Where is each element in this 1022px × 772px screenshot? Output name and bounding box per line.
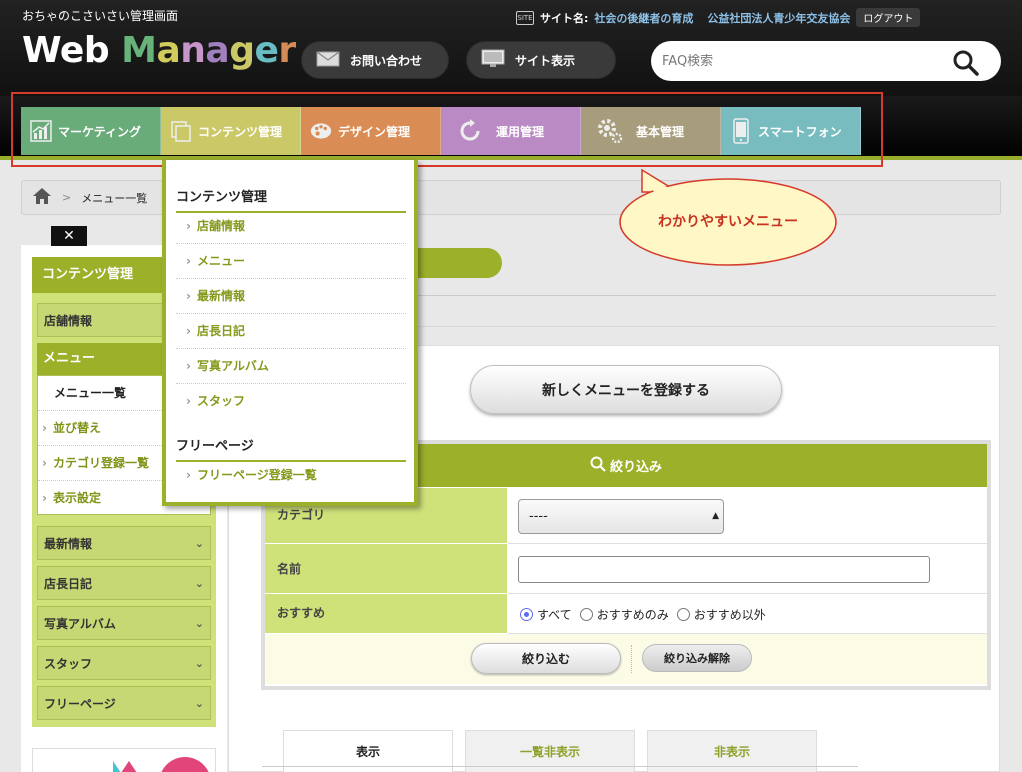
breadcrumb-current: メニュー一覧 — [81, 191, 148, 205]
contents-dropdown-menu: コンテンツ管理 店舗情報 メニュー 最新情報 店長日記 写真アルバム スタッフ … — [162, 160, 418, 506]
breadcrumb-separator: > — [62, 191, 72, 204]
divider — [631, 645, 632, 673]
contact-button[interactable]: お問い合わせ — [301, 41, 449, 79]
chevron-down-icon: ⌄ — [194, 697, 204, 710]
sidebar-item-staff[interactable]: スタッフ ⌄ — [37, 646, 211, 680]
site-view-button[interactable]: サイト表示 — [466, 41, 616, 79]
sidebar-item-album[interactable]: 写真アルバム ⌄ — [37, 606, 211, 640]
site-icon: SITE — [516, 10, 534, 25]
radio-recommended-only-label[interactable]: おすすめのみ — [597, 606, 669, 623]
dropdown-item-store-info[interactable]: 店舗情報 — [176, 209, 406, 244]
site-info: SITE サイト名: 社会の後継者の育成 公益社団法人青少年交友協会 ログアウト — [516, 8, 921, 27]
category-cell: ---- ▲ — [508, 488, 987, 544]
sidebar-banner[interactable] — [32, 748, 216, 772]
sidebar-item-free-page[interactable]: フリーページ ⌄ — [37, 686, 211, 720]
org-name-link[interactable]: 公益社団法人青少年交友協会 — [707, 10, 850, 26]
dropdown-item-free-page-list[interactable]: フリーページ登録一覧 — [176, 458, 406, 493]
home-icon[interactable] — [32, 187, 52, 208]
divider — [418, 295, 996, 296]
tabs-baseline — [262, 766, 858, 767]
register-menu-button[interactable]: 新しくメニューを登録する — [470, 365, 782, 414]
clear-filter-button[interactable]: 絞り込み解除 — [642, 644, 752, 672]
dropdown-item-news[interactable]: 最新情報 — [176, 279, 406, 314]
chevron-down-icon: ⌄ — [194, 577, 204, 590]
sidebar-item-news[interactable]: 最新情報 ⌄ — [37, 526, 211, 560]
dropdown-item-staff[interactable]: スタッフ — [176, 384, 406, 419]
chevron-down-icon: ⌄ — [194, 617, 204, 630]
logout-button[interactable]: ログアウト — [856, 8, 921, 27]
contact-label: お問い合わせ — [350, 53, 423, 68]
search-icon — [590, 456, 606, 476]
dropdown-item-diary[interactable]: 店長日記 — [176, 314, 406, 349]
radio-recommended-only[interactable] — [579, 608, 593, 621]
name-input[interactable] — [518, 556, 930, 583]
callout-text: わかりやすいメニュー — [658, 214, 798, 230]
site-label: サイト名: — [540, 11, 589, 25]
search-icon[interactable] — [953, 50, 979, 79]
web-manager-logo[interactable]: Web Manager — [22, 30, 296, 72]
recommend-label: おすすめ — [265, 594, 507, 634]
name-label: 名前 — [265, 544, 507, 594]
divider — [418, 326, 996, 327]
sidebar-close-button[interactable]: ✕ — [51, 226, 87, 246]
recommend-radio-group: すべて おすすめのみ おすすめ以外 — [520, 606, 766, 623]
radio-all-label[interactable]: すべて — [537, 606, 572, 623]
category-select[interactable]: ---- ▲ — [518, 499, 724, 534]
nav-highlight-box — [11, 92, 883, 167]
dropdown-item-menu[interactable]: メニュー — [176, 244, 406, 279]
chevron-down-icon: ⌄ — [194, 537, 204, 550]
filter-title: 絞り込み — [609, 460, 662, 475]
site-name-link[interactable]: 社会の後継者の育成 — [594, 10, 693, 26]
faq-search-box — [651, 41, 1001, 81]
recommend-cell: すべて おすすめのみ おすすめ以外 — [508, 594, 987, 634]
radio-not-recommended-label[interactable]: おすすめ以外 — [694, 606, 766, 623]
sidebar-item-diary[interactable]: 店長日記 ⌄ — [37, 566, 211, 600]
banner-graphic — [113, 757, 209, 772]
radio-all[interactable] — [520, 608, 533, 621]
monitor-icon — [481, 49, 505, 72]
dropdown-item-album[interactable]: 写真アルバム — [176, 349, 406, 384]
apply-filter-button[interactable]: 絞り込む — [471, 643, 621, 674]
name-cell — [508, 544, 987, 594]
admin-title: おちゃのこさいさい管理画面 — [22, 9, 179, 23]
select-arrows-icon: ▲ — [712, 511, 719, 521]
radio-not-recommended[interactable] — [676, 608, 690, 621]
faq-search-input[interactable] — [662, 53, 952, 69]
envelope-icon — [316, 50, 340, 70]
chevron-down-icon: ⌄ — [194, 657, 204, 670]
site-view-label: サイト表示 — [515, 53, 576, 68]
filter-actions — [265, 634, 987, 684]
